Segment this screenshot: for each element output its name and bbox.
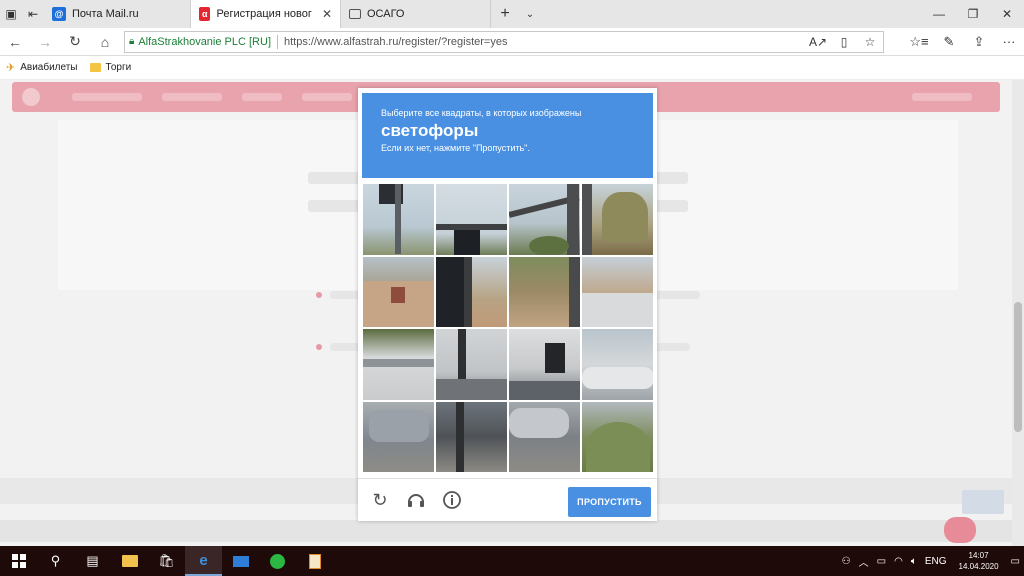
wifi-icon[interactable]: ◠ [890,556,907,567]
footer-band [0,520,1024,542]
captcha-tile[interactable] [363,184,434,255]
tab-osago[interactable]: ОСАГО [341,0,491,28]
document-app-icon[interactable] [296,546,333,576]
favorite-label: Торги [105,62,132,73]
skip-button[interactable]: ПРОПУСТИТЬ [568,487,651,517]
people-icon[interactable]: ⚇ [838,556,855,567]
captcha-footer: ↻ ПРОПУСТИТЬ [358,478,657,521]
divider [277,34,278,49]
forward-icon[interactable]: → [30,34,60,50]
captcha-tile[interactable] [509,184,580,255]
tab-label: Почта Mail.ru [72,8,139,20]
captcha-tile[interactable] [363,401,434,472]
close-tab-icon[interactable]: ✕ [322,7,332,21]
mail-icon[interactable] [222,546,259,576]
language-indicator[interactable]: ENG [921,556,951,567]
url-text[interactable]: https://www.alfastrah.ru/register/?regis… [284,36,507,48]
captcha-tile[interactable] [509,401,580,472]
notes-pen-icon[interactable]: ✎ [934,34,964,50]
tab-strip: ▣ ⇤ @ Почта Mail.ru α Регистрация нового… [0,0,1024,28]
captcha-tile[interactable] [436,329,507,400]
restore-icon[interactable]: ❐ [956,0,990,28]
favorites-hub-icon[interactable]: ☆≡ [904,34,934,50]
clock[interactable]: 14:07 14.04.2020 [951,550,1007,572]
captcha-tile[interactable] [363,329,434,400]
captcha-dialog: Выберите все квадраты, в которых изображ… [358,88,657,521]
file-explorer-icon[interactable] [111,546,148,576]
plane-icon: ✈ [6,62,16,74]
captcha-tile[interactable] [363,256,434,327]
captcha-tile[interactable] [436,401,507,472]
navigation-bar: ← → ↻ ⌂ 🔒︎ AlfaStrakhovanie PLC [RU] htt… [0,28,1024,56]
notifications-icon[interactable]: ▭ [1007,556,1024,567]
favorites-bar: ✈ Авиабилеты Торги [0,56,1024,80]
share-icon[interactable]: ⇪ [964,34,994,50]
chevron-up-icon[interactable]: ︿ [855,554,873,569]
new-tab-button[interactable]: + [491,0,519,28]
captcha-keyword: светофоры [381,121,479,140]
reading-view-icon[interactable]: ▯ [831,35,857,49]
alfa-icon: α [199,7,211,21]
set-aside-tabs-icon[interactable]: ⇤ [22,0,44,28]
lock-icon[interactable]: 🔒︎ [129,36,134,47]
captcha-tile[interactable] [509,256,580,327]
folder-icon [89,63,101,72]
tab-label: Регистрация нового по [216,8,312,20]
captcha-tile[interactable] [436,256,507,327]
minimize-icon[interactable]: — [922,0,956,28]
more-menu-icon[interactable]: ··· [994,34,1024,50]
certificate-label[interactable]: AlfaStrakhovanie PLC [RU] [138,36,271,48]
close-window-icon[interactable]: ✕ [990,0,1024,28]
site-logo [22,88,40,106]
clock-date: 14.04.2020 [958,562,999,571]
favorite-flights[interactable]: ✈ Авиабилеты [6,61,78,74]
reload-icon[interactable]: ↻ [369,489,391,511]
whatsapp-icon[interactable] [259,546,296,576]
page-icon [349,9,361,19]
task-view-icon[interactable]: ▤ [74,546,111,576]
tab-registration[interactable]: α Регистрация нового по ✕ [191,0,341,28]
taskbar: ⚲ ▤ 🛍︎ e ⚇ ︿ ▭ ◠ 🔈︎ ENG 14:07 14.04.2020… [0,546,1024,576]
captcha-header: Выберите все квадраты, в которых изображ… [362,93,653,178]
system-tray: ⚇ ︿ ▭ ◠ 🔈︎ ENG 14:07 14.04.2020 ▭ [838,550,1024,572]
chat-widget-button[interactable] [962,490,1004,514]
scroll-thumb[interactable] [1014,302,1022,432]
chevron-down-icon[interactable]: ⌄ [519,0,541,28]
window-controls: — ❐ ✕ [922,0,1024,28]
captcha-tile[interactable] [436,184,507,255]
address-bar[interactable]: 🔒︎ AlfaStrakhovanie PLC [RU] https://www… [124,30,884,53]
info-icon[interactable] [441,489,463,511]
captcha-image-grid [363,184,653,472]
mail-ru-icon: @ [52,7,66,21]
clock-time: 14:07 [968,551,989,560]
refresh-icon[interactable]: ↻ [60,33,90,50]
favorite-label: Авиабилеты [20,62,78,73]
home-icon[interactable]: ⌂ [90,34,120,50]
edge-browser-icon[interactable]: e [185,546,222,576]
favorite-auctions[interactable]: Торги [89,62,132,73]
read-aloud-icon[interactable]: A↗ [805,35,831,49]
search-icon[interactable]: ⚲ [37,546,74,576]
battery-icon[interactable]: ▭ [873,556,890,567]
tab-actions-icon[interactable]: ▣ [0,0,22,28]
help-badge[interactable] [944,517,976,543]
captcha-tile[interactable] [582,329,653,400]
captcha-hint: Если их нет, нажмите "Пропустить". [381,143,530,153]
captcha-tile[interactable] [509,329,580,400]
page-scrollbar[interactable] [1012,80,1024,546]
back-icon[interactable]: ← [0,34,30,50]
tab-label: ОСАГО [367,8,405,20]
favorite-star-icon[interactable]: ☆ [857,35,883,49]
captcha-tile[interactable] [582,256,653,327]
captcha-instruction: Выберите все квадраты, в которых изображ… [381,108,582,118]
headphones-icon[interactable] [405,489,427,511]
windows-start-icon[interactable] [0,546,37,576]
store-icon[interactable]: 🛍︎ [148,546,185,576]
captcha-tile[interactable] [582,401,653,472]
captcha-tile[interactable] [582,184,653,255]
tab-mail[interactable]: @ Почта Mail.ru [44,0,191,28]
volume-icon[interactable]: 🔈︎ [907,556,921,567]
